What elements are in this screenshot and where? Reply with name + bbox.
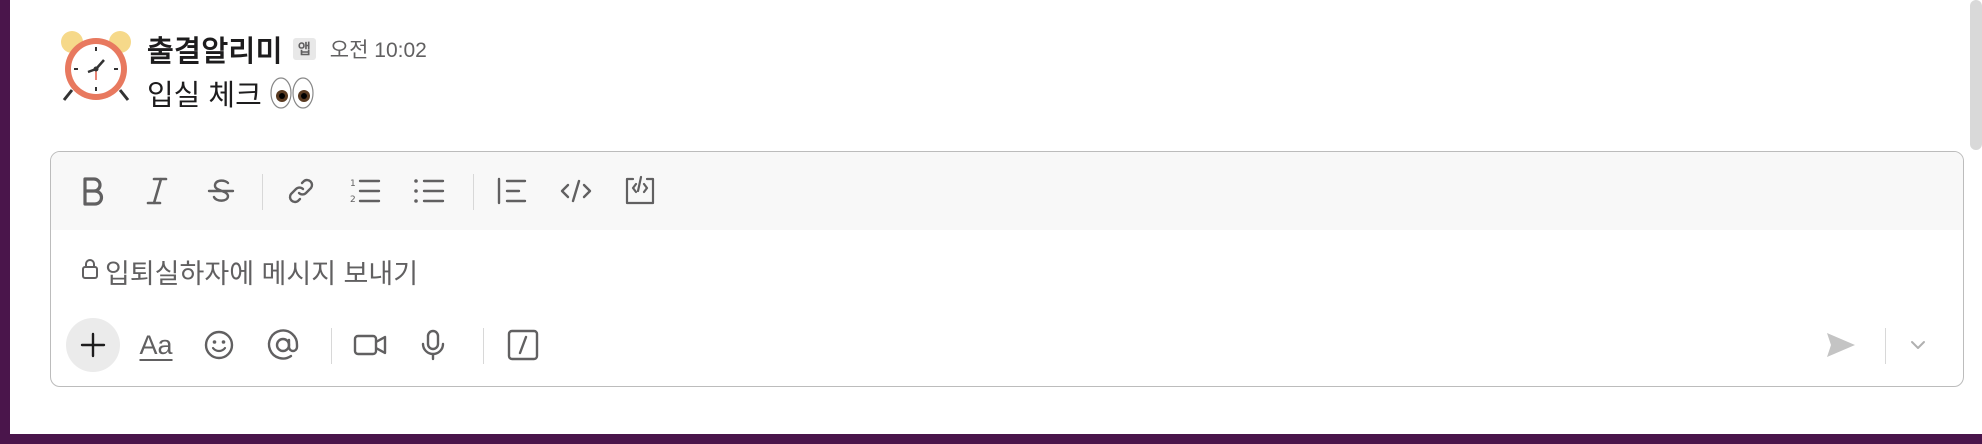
toolbar-separator [1885,328,1886,364]
emoji-icon[interactable] [197,323,241,367]
toolbar-separator [473,174,474,210]
chevron-down-icon[interactable] [1896,323,1940,367]
bold-icon[interactable] [73,171,113,211]
message-body: 입실 체크 [147,72,314,114]
italic-icon[interactable] [137,171,177,211]
message-input[interactable]: 입퇴실하자에 메시지 보내기 [81,252,418,291]
lock-icon [81,256,99,287]
text-format-icon[interactable]: Aa [134,323,178,367]
slash-command-icon[interactable] [501,323,545,367]
link-icon[interactable] [281,171,321,211]
message-composer: 12 입퇴실하자에 메시지 보내기 Aa [50,151,1964,387]
toolbar-separator [262,174,263,210]
message-header: 출결알리미 앱 오전 10:02 [147,28,427,70]
code-icon[interactable] [556,171,596,211]
sender-name[interactable]: 출결알리미 [147,28,283,70]
alarm-clock-avatar[interactable] [58,28,134,104]
svg-text:1: 1 [350,179,356,189]
message-pane: 출결알리미 앱 오전 10:02 입실 체크 1 2 입퇴실하자에 메시지 보내… [10,0,1982,434]
input-placeholder: 입퇴실하자에 메시지 보내기 [105,259,419,289]
formatting-toolbar: 12 [51,152,1963,230]
eyes-emoji-icon [270,76,314,110]
mention-icon[interactable] [261,323,305,367]
svg-text:2: 2 [350,195,356,205]
message-text: 입실 체크 [147,80,262,112]
plus-icon [80,332,106,358]
code-block-icon[interactable] [620,171,660,211]
bulleted-list-icon[interactable] [409,171,449,211]
scrollbar[interactable] [1970,0,1982,150]
toolbar-separator [483,328,484,364]
ordered-list-icon[interactable]: 12 [345,171,385,211]
timestamp[interactable]: 오전 10:02 [330,34,427,64]
video-icon[interactable] [348,323,392,367]
text-format-label: Aa [139,329,173,360]
strikethrough-icon[interactable] [201,171,241,211]
plus-button[interactable] [66,318,120,372]
app-badge: 앱 [292,38,316,60]
send-icon[interactable] [1819,323,1863,367]
toolbar-separator [331,328,332,364]
microphone-icon[interactable] [411,323,455,367]
blockquote-icon[interactable] [492,171,532,211]
